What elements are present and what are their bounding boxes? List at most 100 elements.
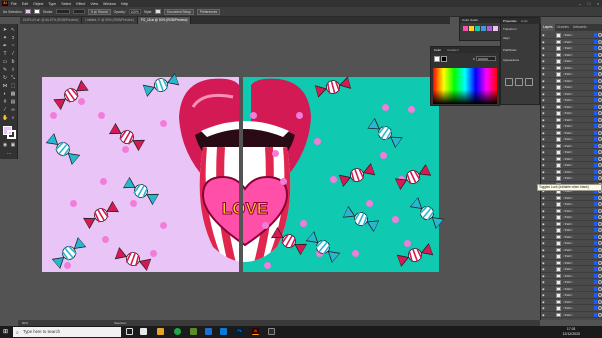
target-icon[interactable] (598, 215, 602, 219)
target-icon[interactable] (598, 65, 602, 70)
selection-indicator[interactable] (594, 312, 597, 317)
eraser-tool-icon[interactable]: ◊ (10, 67, 16, 73)
menu-window[interactable]: Window (103, 2, 116, 6)
selection-indicator[interactable] (594, 293, 597, 297)
target-icon[interactable] (598, 59, 602, 63)
target-icon[interactable] (598, 117, 602, 122)
target-icon[interactable] (598, 143, 602, 148)
target-icon[interactable] (598, 130, 602, 135)
rotate-tool-icon[interactable]: ↻ (2, 75, 8, 81)
selection-indicator[interactable] (594, 78, 597, 83)
selection-indicator[interactable] (594, 234, 597, 239)
menu-select[interactable]: Select (61, 2, 71, 6)
selection-indicator[interactable] (594, 241, 597, 245)
tab-fo18[interactable]: FO_18.ai @ 50% (RGB/Preview) (137, 17, 192, 24)
pathfinder-intersect-icon[interactable] (525, 78, 533, 86)
target-icon[interactable] (598, 234, 602, 239)
selection-indicator[interactable] (594, 111, 597, 115)
target-icon[interactable] (598, 286, 602, 291)
target-icon[interactable] (598, 176, 602, 180)
eye-icon[interactable]: ◉ (542, 175, 545, 181)
mesh-tool-icon[interactable]: # (2, 99, 8, 105)
guide-swatch[interactable] (487, 26, 492, 31)
lasso-tool-icon[interactable]: ↄ (10, 35, 16, 41)
menu-file[interactable]: File (11, 2, 17, 6)
curvature-tool-icon[interactable]: ~ (10, 43, 16, 49)
selection-indicator[interactable] (594, 195, 597, 200)
opacity-field[interactable]: 100% (128, 9, 141, 14)
target-icon[interactable] (598, 280, 602, 284)
eye-icon[interactable]: ◉ (542, 65, 545, 71)
app-icon-outlook[interactable] (220, 328, 227, 335)
target-icon[interactable] (598, 33, 602, 37)
app-icon-chrome[interactable] (174, 328, 181, 335)
target-icon[interactable] (598, 260, 602, 265)
eye-icon[interactable]: ◉ (542, 201, 545, 207)
eye-icon[interactable]: ◉ (542, 292, 545, 298)
guide-swatch[interactable] (481, 26, 486, 31)
selection-indicator[interactable] (594, 117, 597, 122)
scale-tool-icon[interactable]: ⤡ (10, 75, 16, 81)
eye-icon[interactable]: ◉ (542, 286, 545, 292)
eye-icon[interactable]: ◉ (542, 214, 545, 220)
selection-indicator[interactable] (594, 208, 597, 213)
app-icon-explorer[interactable] (140, 328, 147, 335)
menu-type[interactable]: Type (48, 2, 56, 6)
hand-tool-icon[interactable]: ✋ (2, 115, 8, 121)
eye-icon[interactable]: ◉ (542, 195, 545, 201)
guide-swatch[interactable] (463, 26, 468, 31)
target-icon[interactable] (598, 98, 602, 102)
eye-icon[interactable]: ◉ (542, 299, 545, 305)
target-icon[interactable] (598, 104, 602, 109)
selection-indicator[interactable] (594, 52, 597, 57)
eye-icon[interactable]: ◉ (542, 273, 545, 279)
tab-layers[interactable]: Layers (541, 24, 555, 31)
eye-icon[interactable]: ◉ (542, 91, 545, 97)
tab-untitled[interactable]: Untitled-1* @ 50% (RGB/Preview) (82, 17, 138, 24)
hex-input[interactable]: 000000 (476, 56, 496, 61)
selection-indicator[interactable] (594, 137, 597, 141)
eye-icon[interactable]: ◉ (542, 253, 545, 259)
tab-color[interactable]: Color (431, 47, 444, 53)
selection-indicator[interactable] (594, 46, 597, 50)
selection-indicator[interactable] (594, 273, 597, 278)
target-icon[interactable] (598, 247, 602, 252)
eye-icon[interactable]: ◉ (542, 117, 545, 123)
target-icon[interactable] (598, 78, 602, 83)
document-setup-button[interactable]: Document Setup (164, 8, 194, 15)
selection-indicator[interactable] (594, 280, 597, 284)
selection-indicator[interactable] (594, 169, 597, 174)
selection-indicator[interactable] (594, 156, 597, 161)
tab-properties[interactable]: Properties (501, 18, 519, 24)
eye-icon[interactable]: ◉ (542, 169, 545, 175)
fill-indicator[interactable] (434, 56, 440, 62)
target-icon[interactable] (598, 228, 602, 232)
selection-indicator[interactable] (594, 72, 597, 76)
menu-help[interactable]: Help (121, 2, 128, 6)
layer-row[interactable]: ◉ <Path> (541, 312, 602, 318)
stroke-swatch[interactable] (33, 9, 40, 14)
guide-swatch[interactable] (469, 26, 474, 31)
edit-toolbar-icon[interactable]: … (6, 150, 12, 156)
target-icon[interactable] (598, 72, 602, 76)
shape-builder-tool-icon[interactable]: ◐ (2, 91, 8, 97)
brush-select[interactable]: 5 pt. Round (88, 8, 111, 15)
eye-icon[interactable]: ◉ (542, 97, 545, 103)
eye-icon[interactable]: ◉ (542, 227, 545, 233)
type-tool-icon[interactable]: T (2, 51, 8, 57)
selection-indicator[interactable] (594, 176, 597, 180)
zoom-tool-icon[interactable]: ⌕ (10, 115, 16, 121)
line-tool-icon[interactable]: / (10, 51, 16, 57)
selection-indicator[interactable] (594, 221, 597, 226)
eye-icon[interactable]: ◉ (542, 247, 545, 253)
selection-indicator[interactable] (594, 286, 597, 291)
app-icon-photoshop[interactable]: Ps (236, 328, 243, 335)
selection-indicator[interactable] (594, 65, 597, 70)
tab-artboards[interactable]: Artboards (571, 24, 589, 31)
eye-icon[interactable]: ◉ (542, 130, 545, 136)
app-icon-folder[interactable] (157, 328, 164, 335)
maximize-icon[interactable]: □ (585, 0, 593, 7)
eye-icon[interactable]: ◉ (542, 84, 545, 90)
eye-icon[interactable]: ◉ (542, 110, 545, 116)
target-icon[interactable] (598, 306, 602, 310)
